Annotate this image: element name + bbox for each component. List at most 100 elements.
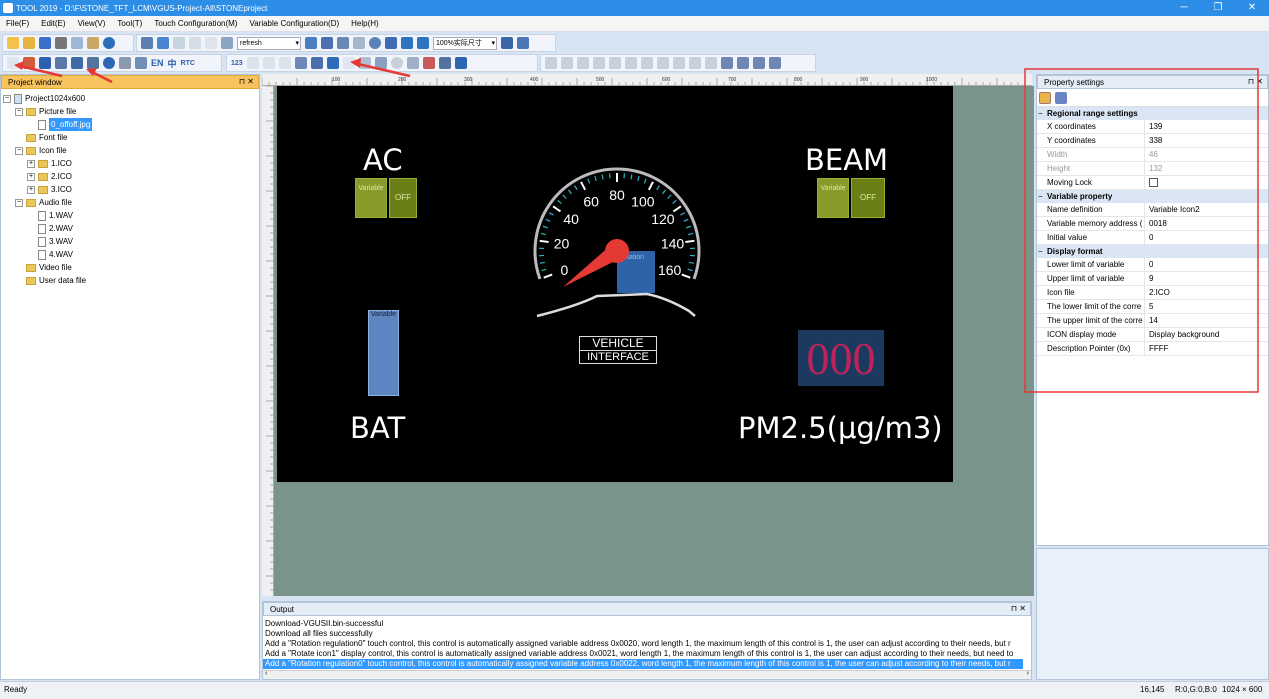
keyboard-icon[interactable]	[119, 57, 131, 69]
image-icon[interactable]	[157, 37, 169, 49]
page-icon[interactable]	[205, 37, 217, 49]
rtc-button[interactable]: RTC	[181, 60, 195, 67]
tree-item[interactable]: +2.ICO	[3, 170, 257, 183]
tree-root[interactable]: − Project1024x600	[3, 92, 257, 105]
output-line[interactable]: Add a "Rotation regulation0" touch contr…	[263, 659, 1023, 669]
copy-icon[interactable]	[71, 37, 83, 49]
zoom-out-icon[interactable]	[417, 37, 429, 49]
menu-item[interactable]: Touch Configuration(M)	[148, 19, 243, 28]
property-row[interactable]: The upper limit of the corre 14	[1037, 314, 1268, 328]
menu-item[interactable]: File(F)	[0, 19, 35, 28]
property-row[interactable]: Description Pointer (0x) FFFF	[1037, 342, 1268, 356]
edit-icon[interactable]	[135, 57, 147, 69]
curve-icon[interactable]	[422, 57, 435, 69]
tree-item[interactable]: − Picture file	[3, 105, 257, 118]
property-value[interactable]: 46	[1145, 148, 1158, 161]
pointer-icon[interactable]	[7, 57, 19, 69]
new-icon[interactable]	[7, 37, 19, 49]
property-value[interactable]: FFFF	[1145, 342, 1169, 355]
separator-icon[interactable]	[310, 57, 323, 69]
arrow-icon[interactable]	[342, 57, 355, 69]
expand-icon[interactable]: +	[27, 159, 35, 168]
search-icon[interactable]	[369, 37, 381, 49]
rectangle-icon[interactable]	[39, 57, 51, 69]
refresh-select[interactable]: refresh	[237, 36, 301, 50]
open-icon[interactable]	[23, 37, 35, 49]
clock-icon[interactable]	[390, 57, 403, 69]
list-icon[interactable]	[55, 57, 67, 69]
number-display-button[interactable]: 123	[231, 60, 243, 67]
download-icon[interactable]	[221, 37, 233, 49]
collapse-icon[interactable]: −	[15, 146, 23, 155]
undo-icon[interactable]	[103, 37, 115, 49]
property-category[interactable]: Variable property	[1037, 190, 1268, 203]
tree-item[interactable]: Font file	[3, 131, 257, 144]
photo-icon[interactable]	[374, 57, 387, 69]
align-top-icon[interactable]	[593, 57, 605, 69]
increment-icon[interactable]	[71, 57, 83, 69]
qr-icon[interactable]	[358, 57, 371, 69]
tree-item[interactable]: +1.ICO	[3, 157, 257, 170]
property-row[interactable]: Initial value 0	[1037, 231, 1268, 245]
align-middle-icon[interactable]	[609, 57, 621, 69]
grid-icon[interactable]	[337, 37, 349, 49]
property-row[interactable]: Width 46	[1037, 148, 1268, 162]
collapse-icon[interactable]: −	[3, 94, 11, 103]
design-canvas[interactable]: AC BEAM BAT PM2.5(μg/m3) Variable OFF Va…	[277, 86, 953, 482]
output-line[interactable]: Download-VGUSII.bin-successful	[263, 619, 1023, 629]
property-value[interactable]: 0	[1145, 258, 1153, 271]
send-back-icon[interactable]	[737, 57, 749, 69]
lang-en-button[interactable]: EN	[151, 58, 164, 68]
frame-icon[interactable]	[173, 37, 185, 49]
property-value[interactable]: Display background	[1145, 328, 1219, 341]
property-value[interactable]: 9	[1145, 272, 1153, 285]
variable-icon[interactable]	[278, 57, 291, 69]
project-window-controls[interactable]: ⊓ ✕	[239, 77, 254, 86]
property-value[interactable]: 2.ICO	[1145, 286, 1170, 299]
output-line[interactable]: Add a "Rotation regulation0" touch contr…	[263, 639, 1023, 649]
property-value[interactable]: 139	[1145, 120, 1162, 133]
play-icon[interactable]	[189, 37, 201, 49]
text-icon[interactable]	[246, 57, 259, 69]
collapse-icon[interactable]: −	[15, 107, 23, 116]
property-value[interactable]	[1145, 176, 1158, 189]
close-button[interactable]: ✕	[1235, 0, 1269, 16]
minimize-button[interactable]: ─	[1167, 0, 1201, 16]
gallery-icon[interactable]	[406, 57, 419, 69]
menu-item[interactable]: Edit(E)	[35, 19, 71, 28]
tree-item[interactable]: Video file	[3, 261, 257, 274]
property-category[interactable]: Regional range settings	[1037, 107, 1268, 120]
ac-variable-button[interactable]: Variable	[355, 178, 387, 218]
tree-item[interactable]: User data file	[3, 274, 257, 287]
menu-item[interactable]: Tool(T)	[111, 19, 148, 28]
tree-item[interactable]: 1.WAV	[3, 209, 257, 222]
touch-icon[interactable]	[23, 57, 35, 69]
property-row[interactable]: Lower limit of variable 0	[1037, 258, 1268, 272]
same-width-icon[interactable]	[641, 57, 653, 69]
property-row[interactable]: ICON display mode Display background	[1037, 328, 1268, 342]
property-value[interactable]: Variable Icon2	[1145, 203, 1200, 216]
calculator-icon[interactable]	[501, 37, 513, 49]
distribute-h-icon[interactable]	[689, 57, 701, 69]
wand-icon[interactable]	[141, 37, 153, 49]
bring-front-icon[interactable]	[721, 57, 733, 69]
menu-item[interactable]: Help(H)	[345, 19, 385, 28]
tree-item[interactable]: 2.WAV	[3, 222, 257, 235]
tree-item[interactable]: − Audio file	[3, 196, 257, 209]
property-row[interactable]: Upper limit of variable 9	[1037, 272, 1268, 286]
zoom-select[interactable]: 100%实际尺寸	[433, 36, 497, 50]
tree-item[interactable]: +3.ICO	[3, 183, 257, 196]
rotate-display-icon[interactable]	[326, 57, 339, 69]
align-bottom-icon[interactable]	[625, 57, 637, 69]
categorized-icon[interactable]	[1039, 91, 1051, 104]
same-height-icon[interactable]	[657, 57, 669, 69]
property-row[interactable]: Height 132	[1037, 162, 1268, 176]
maximize-button[interactable]: ❐	[1201, 0, 1235, 16]
property-row[interactable]: Moving Lock	[1037, 176, 1268, 190]
beam-off-button[interactable]: OFF	[851, 178, 885, 218]
align-right-icon[interactable]	[577, 57, 589, 69]
tree-item[interactable]: 0_offoff.jpg	[3, 118, 257, 131]
output-controls[interactable]: ⊓ ✕	[1011, 604, 1026, 613]
ungroup-icon[interactable]	[769, 57, 781, 69]
distribute-v-icon[interactable]	[705, 57, 717, 69]
